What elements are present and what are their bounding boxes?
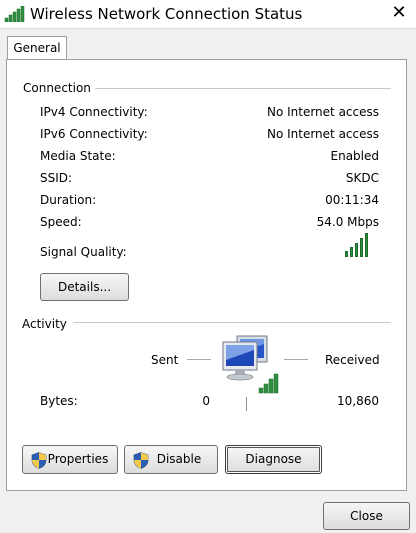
window-title: Wireless Network Connection Status xyxy=(30,5,303,23)
activity-heading: Activity xyxy=(22,317,67,331)
bytes-label: Bytes: xyxy=(40,394,78,408)
signal-quality-label: Signal Quality: xyxy=(40,245,127,259)
activity-divider xyxy=(73,322,391,323)
title-bar: Wireless Network Connection Status ✕ xyxy=(0,0,416,29)
disable-label: Disable xyxy=(156,452,202,466)
received-line xyxy=(284,359,308,360)
bytes-divider xyxy=(246,397,247,411)
ssid-value: SKDC xyxy=(345,171,379,185)
diagnose-button[interactable]: Diagnose xyxy=(225,445,322,474)
uac-shield-icon xyxy=(133,452,149,469)
network-computers-icon xyxy=(222,335,279,394)
general-panel: Connection IPv4 Connectivity: No Interne… xyxy=(6,59,407,491)
ipv4-value: No Internet access xyxy=(266,105,379,119)
bytes-sent-value: 0 xyxy=(202,394,210,408)
wifi-signal-icon xyxy=(4,6,25,22)
media-state-label: Media State: xyxy=(40,149,116,163)
close-icon: ✕ xyxy=(391,2,407,23)
ipv6-value: No Internet access xyxy=(266,127,379,141)
close-button[interactable]: Close xyxy=(323,502,410,530)
tab-general[interactable]: General xyxy=(7,36,67,61)
ipv6-label: IPv6 Connectivity: xyxy=(40,127,148,141)
signal-quality-icon xyxy=(345,233,375,257)
properties-button[interactable]: Properties xyxy=(22,445,118,474)
status-dialog: Wireless Network Connection Status ✕ Gen… xyxy=(0,0,416,533)
speed-label: Speed: xyxy=(40,215,82,229)
disable-button[interactable]: Disable xyxy=(124,445,218,474)
sent-line xyxy=(187,359,211,360)
bytes-received-value: 10,860 xyxy=(337,394,379,408)
uac-shield-icon xyxy=(31,452,47,469)
received-label: Received xyxy=(325,353,380,367)
sent-label: Sent xyxy=(151,353,179,367)
media-state-value: Enabled xyxy=(330,149,380,163)
connection-divider xyxy=(95,88,391,89)
details-button[interactable]: Details... xyxy=(40,273,129,301)
connection-heading: Connection xyxy=(23,81,91,95)
duration-label: Duration: xyxy=(40,193,97,207)
ssid-label: SSID: xyxy=(40,171,73,185)
title-close-button[interactable]: ✕ xyxy=(388,2,410,24)
properties-label: Properties xyxy=(47,452,109,466)
speed-value: 54.0 Mbps xyxy=(316,215,379,229)
duration-value: 00:11:34 xyxy=(325,193,379,207)
ipv4-label: IPv4 Connectivity: xyxy=(40,105,148,119)
